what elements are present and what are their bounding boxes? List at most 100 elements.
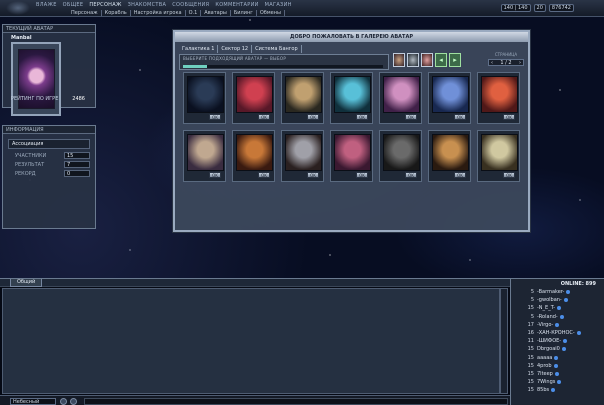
user-row[interactable]: 5 -Roland- [515,313,604,321]
breadcrumb-item[interactable]: Сектор 12 [218,45,253,53]
ok-button[interactable]: OK [307,172,319,178]
avatar-cell[interactable]: OK [428,130,471,182]
smiley-icon[interactable] [70,398,77,405]
info-icon[interactable] [551,388,556,393]
ok-button[interactable]: OK [307,114,319,120]
avatar-cell[interactable]: OK [330,72,373,124]
info-icon[interactable] [555,322,560,327]
user-name[interactable]: 4prob [537,363,552,369]
chat-scrollbar[interactable] [500,288,508,394]
avatar-portrait[interactable] [432,134,469,171]
user-row[interactable]: 5 -gwolban- [515,296,604,304]
chat-input[interactable] [84,398,508,405]
avatar-cell[interactable]: OK [183,130,226,182]
avatar-portrait[interactable] [334,76,371,113]
avatar-portrait[interactable] [187,134,224,171]
main-menu-item[interactable]: КОММЕНТАРИИ [215,2,258,8]
breadcrumb-item[interactable]: Галактика 1 [179,45,219,53]
preview-thumb[interactable] [407,53,419,67]
avatar-portrait[interactable] [236,76,273,113]
user-name[interactable]: -N_E_T- [537,305,555,311]
info-icon[interactable] [557,380,562,385]
avatar-cell[interactable]: OK [379,72,422,124]
avatar-cell[interactable]: OK [379,130,422,182]
main-menu-item[interactable]: ОБЩЕЕ [63,2,84,8]
avatar-cell[interactable]: OK [232,72,275,124]
avatar-portrait[interactable] [383,134,420,171]
avatar-cell[interactable]: OK [281,130,324,182]
sub-menu-item[interactable]: Аватары [201,10,231,16]
sub-menu-item[interactable]: Обмены [257,10,285,16]
user-name[interactable]: -ШИФОЕ- [537,338,561,344]
user-name[interactable]: aaaaa [537,355,552,361]
avatar-portrait[interactable] [481,134,518,171]
ok-button[interactable]: OK [356,172,368,178]
main-menu-item[interactable]: СООБЩЕНИЯ [172,2,209,8]
ok-button[interactable]: OK [503,114,515,120]
info-icon[interactable] [553,363,558,368]
page-right-icon[interactable]: › [519,60,521,66]
sub-menu-item[interactable]: Билинг [231,10,257,16]
user-name[interactable]: 85bs [537,387,549,393]
user-name[interactable]: 7lteep [537,371,553,377]
user-row[interactable]: 15 7lteep [515,370,604,378]
avatar-portrait[interactable] [285,134,322,171]
avatar-portrait[interactable] [432,76,469,113]
avatar-cell[interactable]: OK [330,130,373,182]
info-icon[interactable] [561,347,566,352]
info-icon[interactable] [563,298,568,303]
user-row[interactable]: 15 -N_E_T- [515,304,604,312]
main-menu-item[interactable]: ЗНАКОМСТВА [128,2,167,8]
sub-menu-item[interactable]: Персонаж [68,10,102,16]
avatar-cell[interactable]: OK [183,72,226,124]
info-icon[interactable] [559,314,564,319]
info-icon[interactable] [554,355,559,360]
avatar-cell[interactable]: OK [428,72,471,124]
ok-button[interactable]: OK [209,114,221,120]
preview-thumb[interactable] [393,53,405,67]
main-menu-item[interactable]: ПЕРСОНАЖ [89,2,121,8]
user-row[interactable]: 15 7Wings [515,378,604,386]
ok-button[interactable]: OK [356,114,368,120]
avatar-portrait[interactable] [481,76,518,113]
user-name[interactable]: -ХАН-КРОНОС- [537,330,575,336]
user-name[interactable]: -Barmaker- [537,289,564,295]
avatar-cell[interactable]: OK [232,130,275,182]
next-page-button[interactable]: ▸ [449,53,461,67]
info-icon[interactable] [554,371,559,376]
prev-page-button[interactable]: ◂ [435,53,447,67]
sub-menu-item[interactable]: О.1 [186,10,202,16]
user-name[interactable]: -Roland- [537,314,558,320]
ok-button[interactable]: OK [503,172,515,178]
ok-button[interactable]: OK [454,172,466,178]
user-row[interactable]: 5 -Barmaker- [515,288,604,296]
ok-button[interactable]: OK [258,172,270,178]
page-left-icon[interactable]: ‹ [491,60,493,66]
info-icon[interactable] [557,306,562,311]
info-icon[interactable] [563,339,568,344]
avatar-portrait[interactable] [285,76,322,113]
sub-menu-item[interactable]: Настройка игрока [131,10,186,16]
avatar-portrait[interactable] [236,134,273,171]
avatar-portrait[interactable] [187,76,224,113]
breadcrumb-item[interactable]: Система Бангор [252,45,302,53]
ok-button[interactable]: OK [209,172,221,178]
preview-thumb[interactable] [421,53,433,67]
user-name[interactable]: Dbrgoai0 [537,346,560,352]
tab-general[interactable]: Общий [10,279,43,287]
ok-button[interactable]: OK [405,172,417,178]
info-icon[interactable] [566,290,571,295]
ok-button[interactable]: OK [258,114,270,120]
avatar-portrait[interactable] [383,76,420,113]
sub-menu-item[interactable]: Корабль [102,10,131,16]
avatar-cell[interactable]: OK [477,72,520,124]
info-icon[interactable] [576,331,581,336]
user-row[interactable]: 16 -ХАН-КРОНОС- [515,329,604,337]
user-name[interactable]: -Virgo- [537,322,553,328]
avatar-cell[interactable]: OK [281,72,324,124]
user-row[interactable]: 15 85bs [515,386,604,394]
avatar-portrait[interactable] [334,134,371,171]
user-name[interactable]: 7Wings [537,379,555,385]
main-menu-item[interactable]: ВЛАЖЕ [36,2,57,8]
user-name[interactable]: -gwolban- [537,297,562,303]
